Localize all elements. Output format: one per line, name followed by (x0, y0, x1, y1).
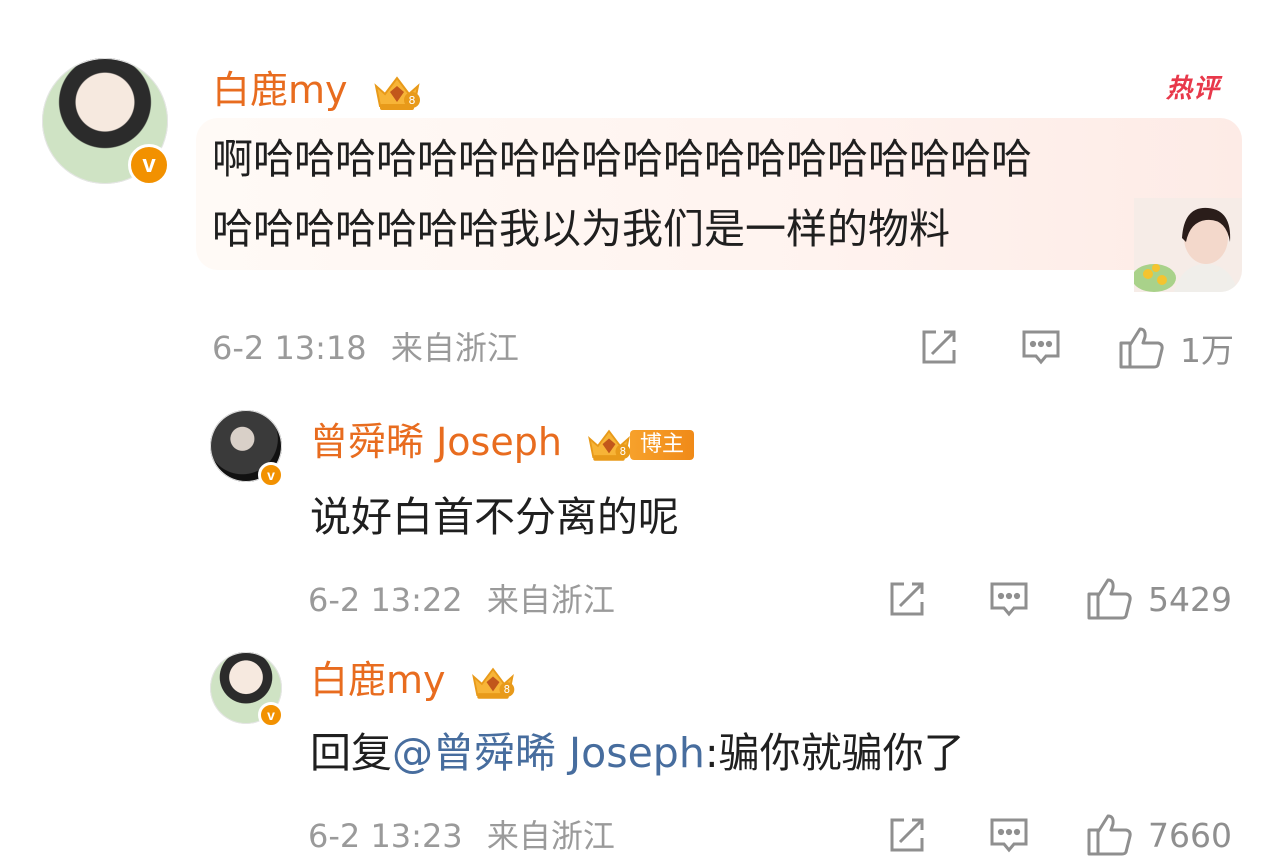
hot-comment-label: 热评 (1166, 74, 1221, 104)
comment-username-row: 曾舜晞 Joseph 8 博主 (310, 420, 695, 465)
comment-icon (1022, 330, 1060, 365)
like-count: 1万 (1180, 331, 1234, 370)
comment-button[interactable] (988, 814, 1030, 856)
location: 来自浙江 (486, 817, 615, 855)
timestamp: 6-2 13:22 (308, 581, 463, 619)
comment-text: 啊哈哈哈哈哈哈哈哈哈哈哈哈哈哈哈哈哈哈哈 哈哈哈哈哈哈哈我以为我们是一样的物料 (212, 124, 1032, 264)
comment-button[interactable] (1020, 326, 1062, 368)
reply-text: :骗你就骗你了 (704, 729, 965, 777)
like-button[interactable]: 1万 (1118, 324, 1234, 372)
like-button[interactable]: 5429 (1086, 576, 1232, 622)
location: 来自浙江 (486, 581, 615, 619)
comment-icon (990, 582, 1028, 617)
verified-badge-icon: v (258, 462, 284, 488)
username[interactable]: 曾舜晞 Joseph (310, 420, 562, 464)
decoration-portrait (1134, 198, 1242, 292)
username[interactable]: 白鹿my (212, 68, 348, 112)
share-icon (890, 818, 924, 852)
reply-prefix: 回复 (310, 729, 392, 777)
crown-badge-icon[interactable]: 8 (468, 663, 518, 703)
share-icon (890, 582, 924, 616)
like-button[interactable]: 7660 (1086, 812, 1232, 858)
comment-icon (990, 818, 1028, 853)
svg-text:8: 8 (503, 685, 509, 696)
comment-text-line: 啊哈哈哈哈哈哈哈哈哈哈哈哈哈哈哈哈哈哈哈 (212, 135, 1032, 183)
svg-text:8: 8 (620, 447, 626, 458)
comment-button[interactable] (988, 578, 1030, 620)
like-count: 5429 (1148, 579, 1232, 619)
username[interactable]: 白鹿my (310, 658, 446, 702)
comment-meta: 6-2 13:22 来自浙江 (308, 580, 615, 620)
comment-username-row: 白鹿my 8 (310, 658, 518, 703)
comment-meta: 6-2 13:23 来自浙江 (308, 816, 615, 856)
crown-badge-icon[interactable]: 8 (370, 72, 424, 114)
comment-text-line: 哈哈哈哈哈哈哈我以为我们是一样的物料 (212, 205, 950, 253)
verified-badge-icon: v (128, 144, 170, 186)
share-icon (922, 330, 956, 364)
comment-text: 说好白首不分离的呢 (310, 493, 679, 541)
timestamp: 6-2 13:23 (308, 817, 463, 855)
thumbs-up-icon (1087, 578, 1132, 620)
share-button[interactable] (886, 578, 928, 620)
thumbs-up-icon (1087, 814, 1132, 856)
mention-link[interactable]: @曾舜晞 Joseph (392, 729, 705, 777)
like-count: 7660 (1148, 815, 1232, 855)
comment-text: 回复@曾舜晞 Joseph:骗你就骗你了 (310, 718, 965, 788)
author-tag: 博主 (630, 429, 695, 460)
location: 来自浙江 (390, 329, 519, 367)
verified-badge-icon: v (258, 702, 284, 728)
comment-username-row: 白鹿my 8 (212, 68, 424, 114)
svg-text:8: 8 (408, 94, 415, 107)
share-button[interactable] (918, 326, 960, 368)
thumbs-up-icon (1119, 327, 1164, 369)
timestamp: 6-2 13:18 (212, 329, 367, 367)
crown-badge-icon[interactable]: 8 (584, 425, 634, 465)
comment-meta: 6-2 13:18 来自浙江 (212, 328, 519, 368)
share-button[interactable] (886, 814, 928, 856)
